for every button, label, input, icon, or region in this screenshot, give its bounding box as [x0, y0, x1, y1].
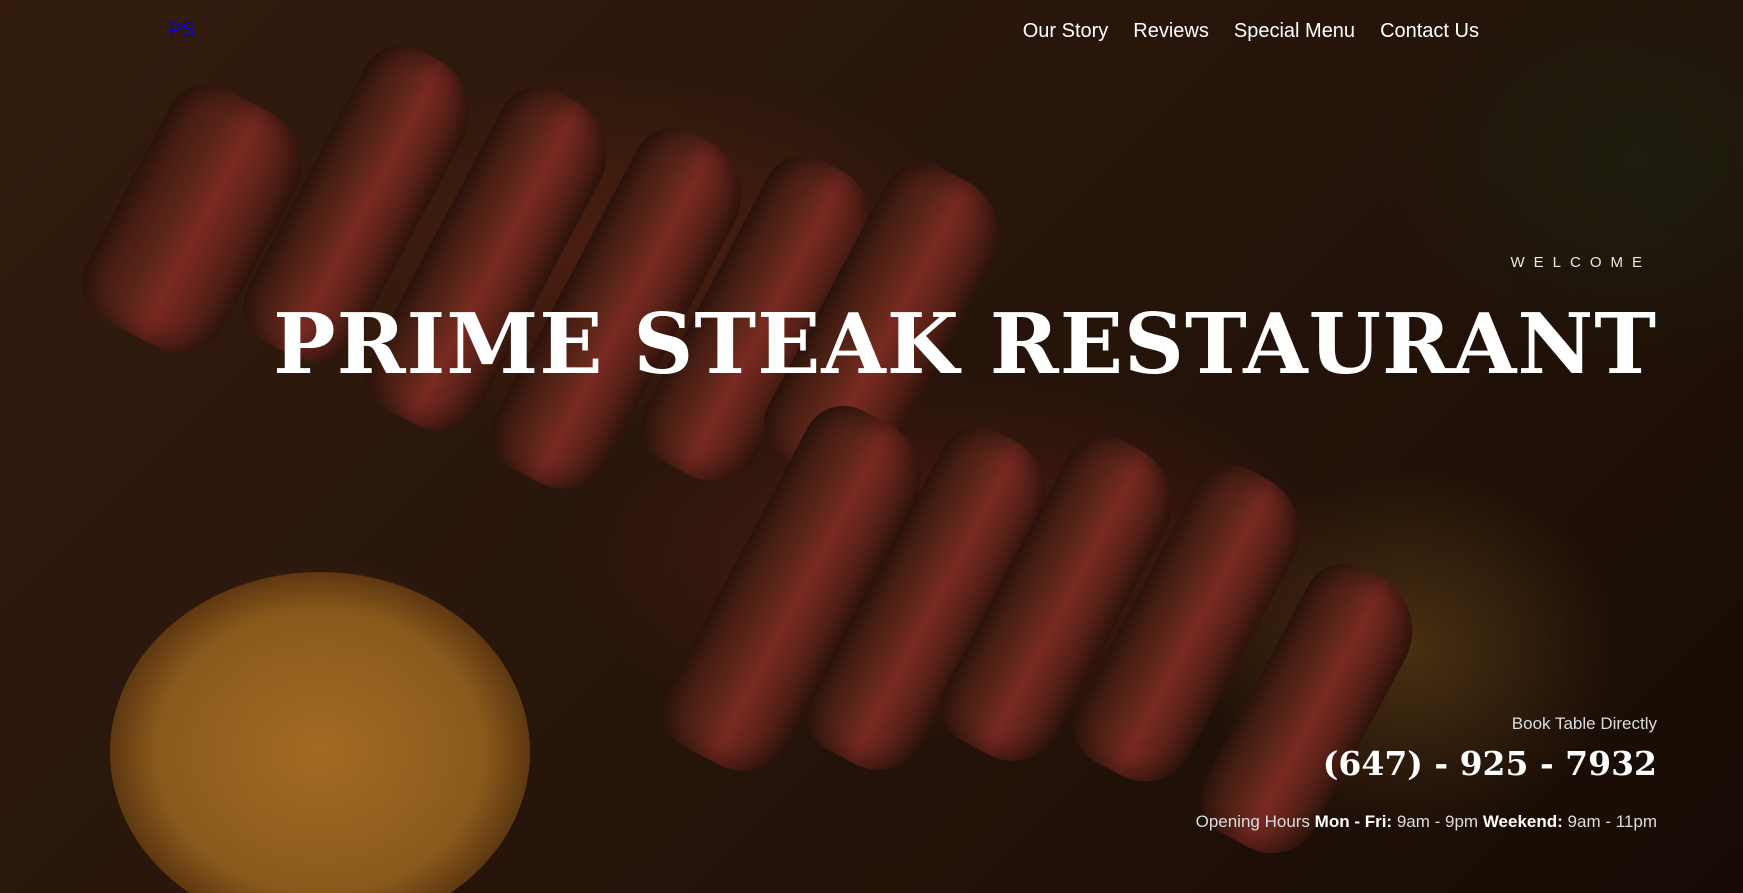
booking-label: Book Table Directly	[1511, 714, 1657, 733]
hero-eyebrow: WELCOME	[1510, 254, 1651, 271]
logo[interactable]: PS	[169, 20, 195, 42]
nav-item-our-story[interactable]: Our Story	[1023, 20, 1109, 43]
weekend-label: Weekend:	[1482, 812, 1563, 831]
nav-item-special-menu[interactable]: Special Menu	[1234, 20, 1355, 43]
weekend-hours: 9am - 11pm	[1567, 812, 1657, 831]
main-nav: Our Story Reviews Special Menu Contact U…	[1023, 20, 1479, 43]
booking-phone-link[interactable]: (647) - 925 - 7932	[1323, 744, 1657, 783]
sauce-bowl-image	[110, 572, 530, 893]
opening-hours-label: Opening Hours	[1195, 812, 1310, 831]
weekday-hours: 9am - 9pm	[1396, 812, 1479, 831]
hero-title: PRIME STEAK RESTAURANT	[273, 295, 1657, 393]
weekday-label: Mon - Fri:	[1314, 812, 1393, 831]
opening-hours: Opening Hours Mon - Fri: 9am - 9pm Weeke…	[1196, 812, 1657, 832]
hero-section: PS Our Story Reviews Special Menu Contac…	[0, 0, 1743, 893]
nav-item-contact-us[interactable]: Contact Us	[1380, 20, 1479, 43]
nav-item-reviews[interactable]: Reviews	[1133, 20, 1209, 43]
